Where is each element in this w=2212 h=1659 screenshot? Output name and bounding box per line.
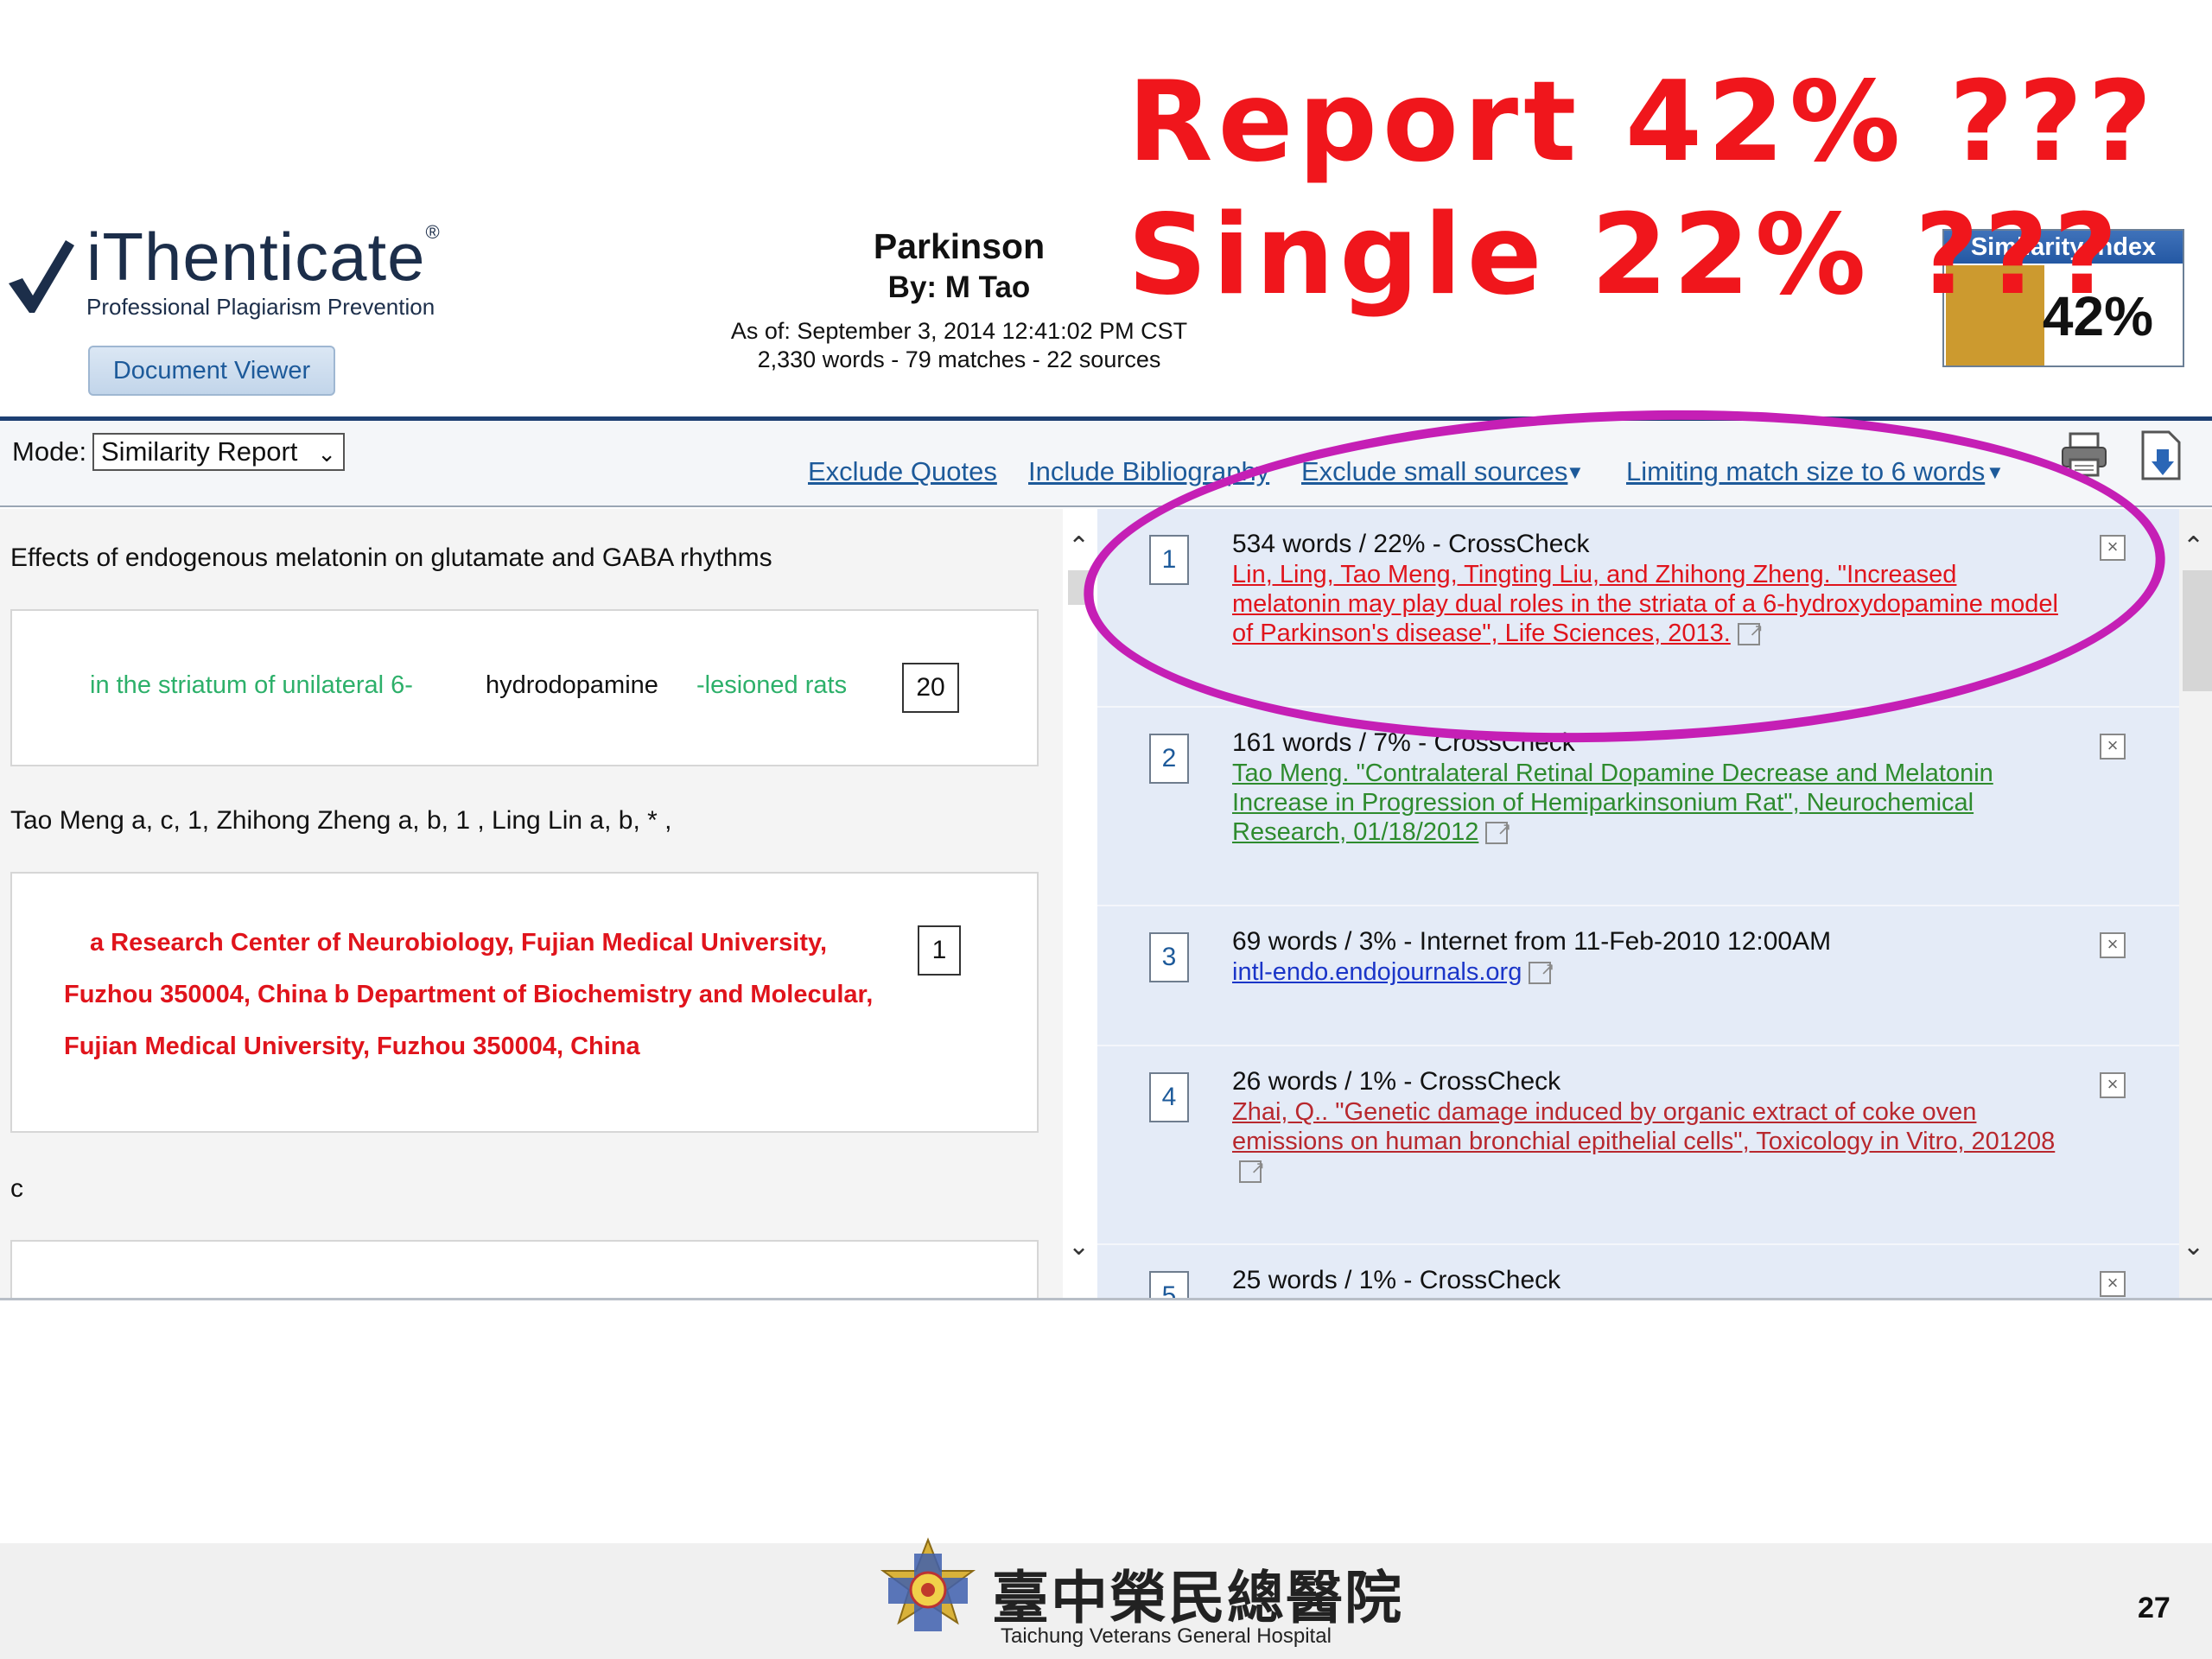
source-summary: 25 words / 1% - CrossCheck bbox=[1232, 1266, 1561, 1294]
mode-select[interactable]: Similarity Report ⌄ bbox=[92, 433, 345, 471]
download-icon[interactable] bbox=[2139, 430, 2184, 480]
source-number: 4 bbox=[1149, 1072, 1189, 1122]
external-link-icon[interactable] bbox=[1239, 1154, 1265, 1184]
hospital-name-english: Taichung Veterans General Hospital bbox=[1001, 1624, 1332, 1648]
matched-fragment[interactable]: Fuzhou 350004, China b Department of Bio… bbox=[64, 981, 873, 1009]
brand-tagline: Professional Plagiarism Prevention bbox=[86, 294, 435, 320]
match-number-badge[interactable]: 1 bbox=[918, 925, 961, 976]
source-summary: 26 words / 1% - CrossCheck bbox=[1232, 1067, 1561, 1096]
source-item[interactable]: 5 25 words / 1% - CrossCheck × bbox=[1097, 1245, 2179, 1300]
source-number: 5 bbox=[1149, 1271, 1189, 1300]
mode-label: Mode: bbox=[12, 436, 87, 467]
scroll-up-arrow-icon[interactable]: ⌃ bbox=[2183, 531, 2204, 562]
exclude-source-icon[interactable]: × bbox=[2100, 1271, 2126, 1297]
external-link-icon[interactable] bbox=[1485, 815, 1511, 845]
brand-name: iThenticate® bbox=[86, 219, 441, 295]
document-line: Effects of endogenous melatonin on gluta… bbox=[10, 543, 772, 572]
panel-divider bbox=[0, 1298, 2212, 1300]
source-link[interactable]: Zhai, Q.. "Genetic damage induced by org… bbox=[1232, 1097, 2062, 1185]
source-link[interactable]: Tao Meng. "Contralateral Retinal Dopamin… bbox=[1232, 759, 2062, 847]
scrollbar-thumb[interactable] bbox=[2183, 570, 2212, 691]
page-number: 27 bbox=[2138, 1592, 2171, 1624]
external-link-icon[interactable] bbox=[1529, 955, 1554, 985]
source-item[interactable]: 3 69 words / 3% - Internet from 11-Feb-2… bbox=[1097, 906, 2179, 1046]
matched-fragment[interactable]: -lesioned rats bbox=[696, 671, 847, 700]
matched-text-box bbox=[10, 1240, 1039, 1300]
scroll-down-arrow-icon[interactable]: ⌄ bbox=[1068, 1231, 1090, 1262]
exclude-source-icon[interactable]: × bbox=[2100, 1072, 2126, 1098]
matched-fragment[interactable]: Fujian Medical University, Fuzhou 350004… bbox=[64, 1033, 640, 1061]
matched-fragment[interactable]: in the striatum of unilateral 6- bbox=[90, 671, 413, 700]
scroll-down-arrow-icon[interactable]: ⌄ bbox=[2183, 1231, 2204, 1262]
annotation-single-text: Single 22% ??? bbox=[1128, 191, 2123, 320]
source-summary: 69 words / 3% - Internet from 11-Feb-201… bbox=[1232, 927, 1832, 956]
document-line: c bbox=[10, 1174, 23, 1203]
hospital-name-chinese: 臺中榮民總醫院 bbox=[992, 1564, 1403, 1631]
exclude-source-icon[interactable]: × bbox=[2100, 932, 2126, 958]
annotation-report-text: Report 42% ??? bbox=[1128, 58, 2158, 187]
mode-select-value: Similarity Report bbox=[101, 436, 298, 467]
document-viewer-button[interactable]: Document Viewer bbox=[88, 346, 335, 396]
chevron-down-icon: ⌄ bbox=[317, 441, 336, 467]
document-date: As of: September 3, 2014 12:41:02 PM CST bbox=[730, 318, 1188, 344]
source-number: 3 bbox=[1149, 932, 1189, 982]
checkmark-logo-icon bbox=[9, 240, 74, 313]
document-authors: Tao Meng a, c, 1, Zhihong Zheng a, b, 1 … bbox=[10, 806, 672, 835]
source-number: 2 bbox=[1149, 734, 1189, 784]
matched-fragment[interactable]: a Research Center of Neurobiology, Fujia… bbox=[90, 929, 827, 957]
source-link[interactable]: intl-endo.endojournals.org bbox=[1232, 955, 2062, 987]
hospital-emblem-icon bbox=[880, 1537, 976, 1631]
document-author: By: M Tao bbox=[887, 270, 1031, 304]
exclude-quotes-link[interactable]: Exclude Quotes bbox=[808, 456, 997, 487]
source-item[interactable]: 4 26 words / 1% - CrossCheck Zhai, Q.. "… bbox=[1097, 1046, 2179, 1245]
document-stats: 2,330 words - 79 matches - 22 sources bbox=[757, 346, 1161, 372]
document-text-panel[interactable]: Effects of endogenous melatonin on gluta… bbox=[0, 509, 1063, 1300]
matched-text-box: a Research Center of Neurobiology, Fujia… bbox=[10, 872, 1039, 1133]
scroll-up-arrow-icon[interactable]: ⌃ bbox=[1068, 531, 1090, 562]
exclude-source-icon[interactable]: × bbox=[2100, 734, 2126, 760]
match-number-badge[interactable]: 20 bbox=[902, 663, 959, 713]
matched-text-box: in the striatum of unilateral 6- hydrodo… bbox=[10, 609, 1039, 766]
unmatched-fragment: hydrodopamine bbox=[486, 671, 658, 699]
document-title: Parkinson bbox=[873, 226, 1046, 266]
